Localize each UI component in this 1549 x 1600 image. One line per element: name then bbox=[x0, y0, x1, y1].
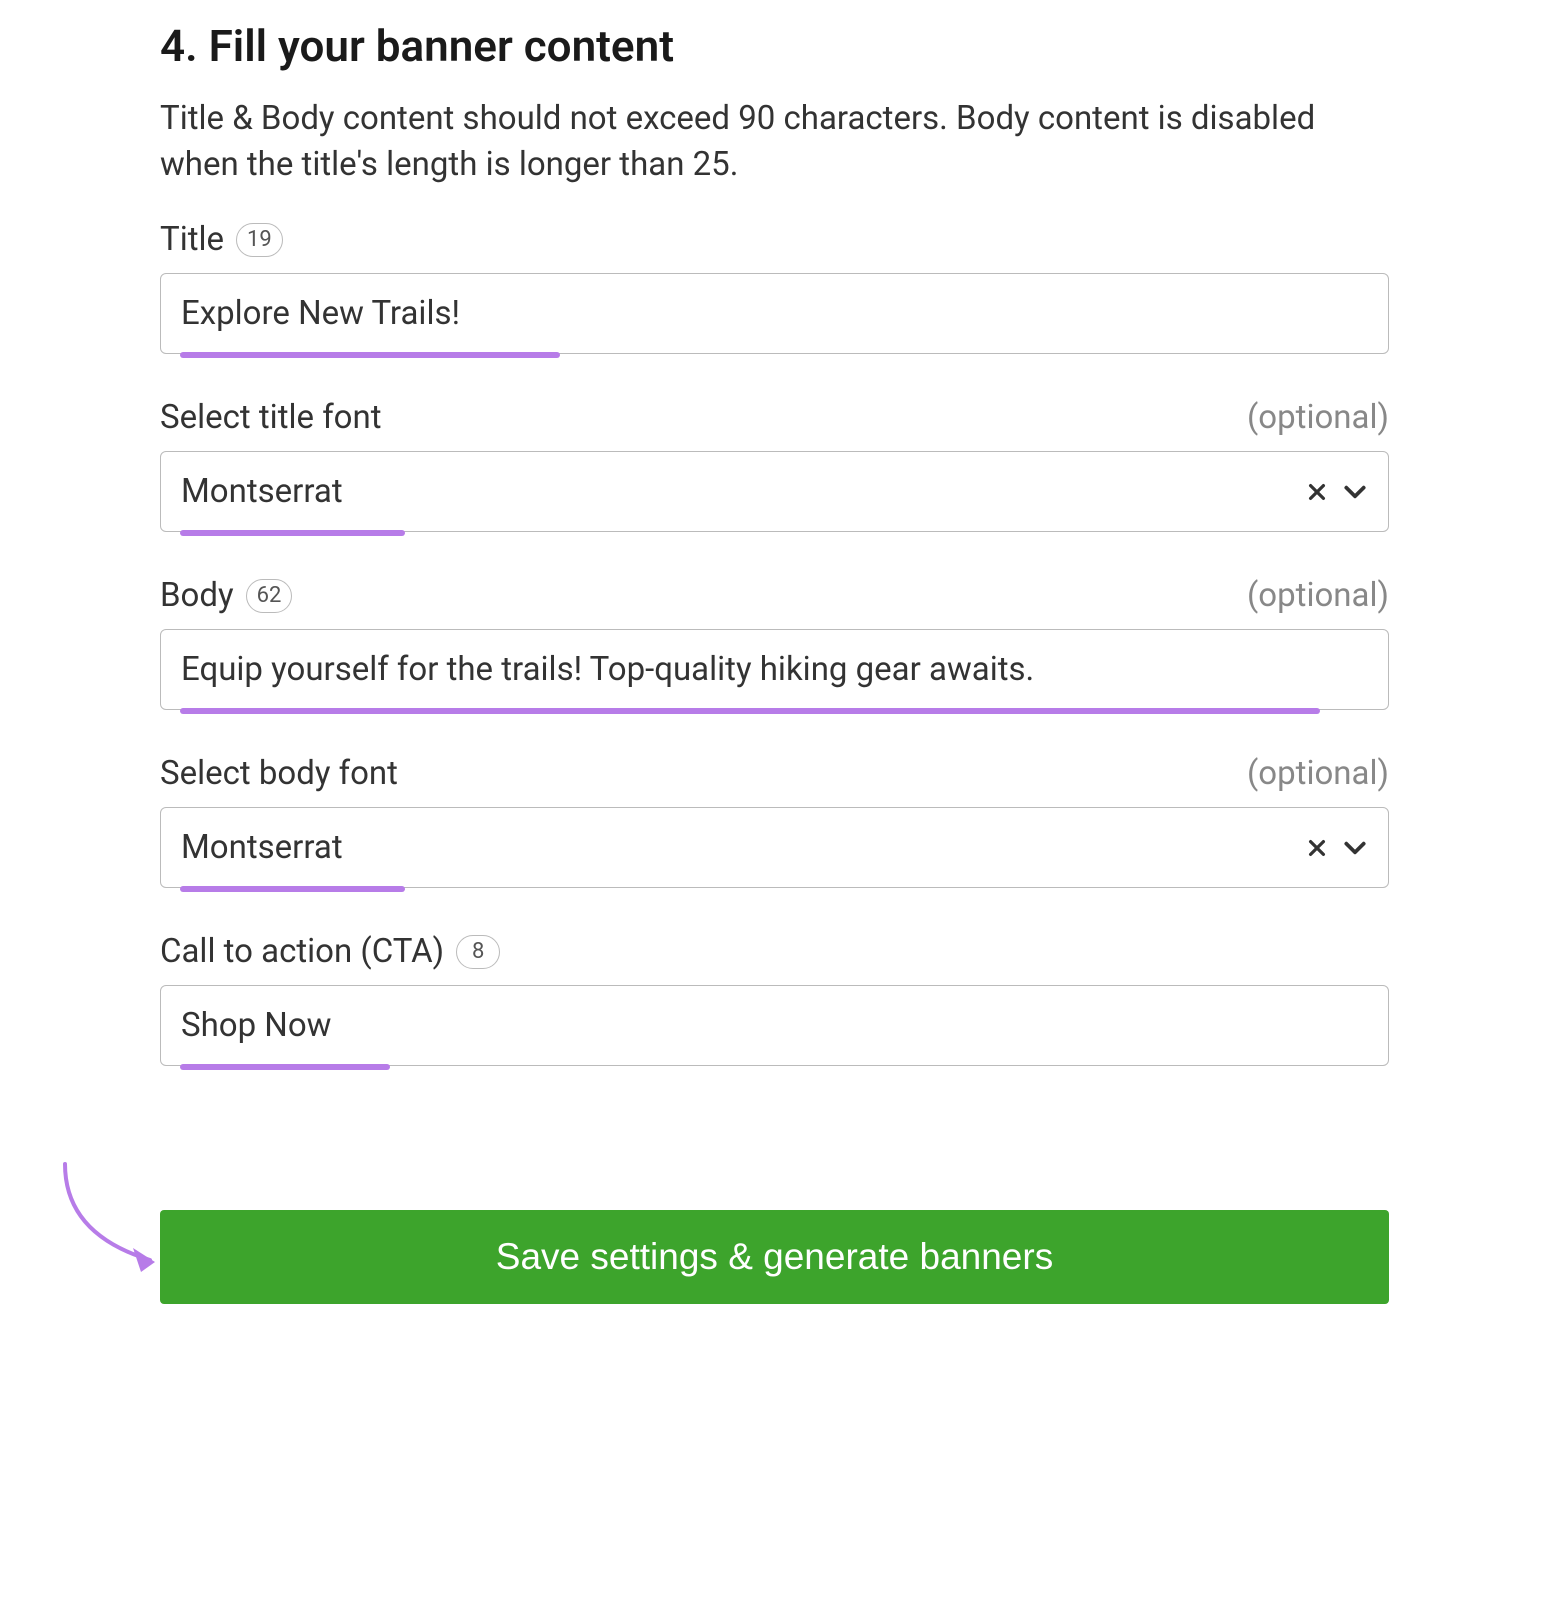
title-input[interactable] bbox=[160, 273, 1389, 354]
cta-input[interactable] bbox=[160, 985, 1389, 1066]
body-font-field-group: Select body font (optional) Montserrat bbox=[160, 754, 1389, 888]
section-description: Title & Body content should not exceed 9… bbox=[160, 96, 1389, 188]
chevron-down-icon[interactable] bbox=[1342, 835, 1368, 861]
title-font-optional: (optional) bbox=[1247, 398, 1389, 437]
title-underline bbox=[180, 352, 560, 358]
body-font-optional: (optional) bbox=[1247, 754, 1389, 793]
clear-icon[interactable] bbox=[1306, 481, 1328, 503]
cta-count-badge: 8 bbox=[456, 935, 500, 969]
cta-label: Call to action (CTA) bbox=[160, 932, 444, 971]
generate-banners-button[interactable]: Save settings & generate banners bbox=[160, 1210, 1389, 1304]
cta-underline bbox=[180, 1064, 390, 1070]
title-font-select[interactable]: Montserrat bbox=[160, 451, 1389, 532]
body-input[interactable] bbox=[160, 629, 1389, 710]
body-font-label: Select body font bbox=[160, 754, 398, 793]
title-count-badge: 19 bbox=[236, 223, 283, 257]
body-label: Body bbox=[160, 576, 234, 615]
body-font-underline bbox=[180, 886, 405, 892]
body-optional: (optional) bbox=[1247, 576, 1389, 615]
clear-icon[interactable] bbox=[1306, 837, 1328, 859]
body-font-select[interactable]: Montserrat bbox=[160, 807, 1389, 888]
cta-field-group: Call to action (CTA) 8 bbox=[160, 932, 1389, 1066]
title-font-label: Select title font bbox=[160, 398, 382, 437]
body-count-badge: 62 bbox=[246, 579, 293, 613]
section-heading: 4. Fill your banner content bbox=[160, 20, 1389, 72]
title-label: Title bbox=[160, 220, 224, 259]
body-underline bbox=[180, 708, 1320, 714]
title-font-value: Montserrat bbox=[181, 472, 1306, 511]
body-field-group: Body 62 (optional) bbox=[160, 576, 1389, 710]
chevron-down-icon[interactable] bbox=[1342, 479, 1368, 505]
title-field-group: Title 19 bbox=[160, 220, 1389, 354]
title-font-underline bbox=[180, 530, 405, 536]
body-font-value: Montserrat bbox=[181, 828, 1306, 867]
title-font-field-group: Select title font (optional) Montserrat bbox=[160, 398, 1389, 532]
